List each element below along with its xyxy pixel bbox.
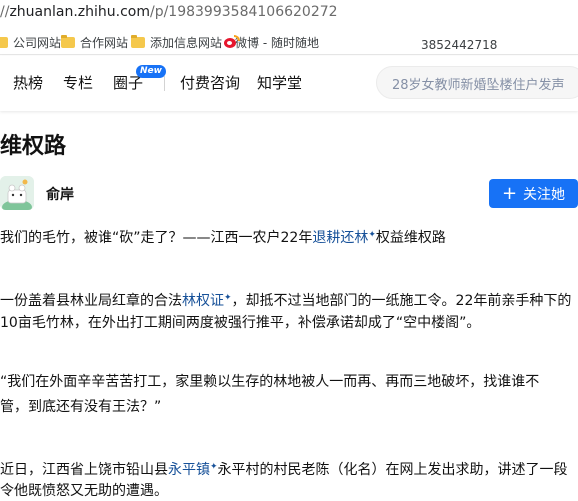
bookmark-label: 合作网站 <box>80 35 129 50</box>
avatar[interactable] <box>0 176 34 210</box>
follow-label: 关注她 <box>523 186 566 203</box>
bookmark-add-info-sites[interactable]: 添加信息网站 <box>131 33 222 51</box>
article-paragraph-line: 管，到底还有没有王法？” <box>0 399 162 415</box>
nav-divider <box>164 76 165 91</box>
bookmark-label: 添加信息网站 <box>150 35 223 50</box>
keyword-link[interactable]: 永平镇 <box>168 462 210 478</box>
bookmark-company-sites[interactable]: 公司网站 <box>0 33 61 51</box>
sparkle-icon: ✦ <box>210 462 218 472</box>
author-name[interactable]: 俞岸 <box>46 184 74 204</box>
article-title: 维权路 <box>0 134 67 159</box>
bookmark-weibo[interactable]: 微博 - 随时随地 <box>224 33 319 51</box>
sparkle-icon: ✦ <box>368 230 376 240</box>
article-paragraph: “我们在外面辛辛苦苦打工，家里赖以生存的林地被人一而再、再而三地破坏，找谁谁不 <box>0 374 540 390</box>
weibo-icon <box>224 35 240 49</box>
url-path: /p/1983993584106620272 <box>149 4 338 20</box>
article-paragraph: 我们的毛竹，被谁“砍”走了？——江西一农户22年退耕还林✦权益维权路 <box>0 230 446 246</box>
nav-zhixuetang[interactable]: 知学堂 <box>257 73 302 93</box>
search-placeholder: 28岁女教师新婚坠楼住户发声 <box>392 78 565 93</box>
keyword-link[interactable]: 退耕还林 <box>312 230 368 246</box>
sparkle-icon: ✦ <box>224 293 232 303</box>
phone-number-overlay: 3852442718 <box>421 38 498 52</box>
follow-button[interactable]: + 关注她 <box>489 179 578 208</box>
bookmark-partner-sites[interactable]: 合作网站 <box>61 33 128 51</box>
search-input[interactable]: 28岁女教师新婚坠楼住户发声 <box>376 66 578 99</box>
bookmark-label: 公司网站 <box>13 35 62 50</box>
keyword-link[interactable]: 林权证 <box>182 293 224 309</box>
site-header: 热榜 专栏 圈子 New 付费咨询 知学堂 28岁女教师新婚坠楼住户发声 <box>0 56 578 111</box>
folder-icon <box>131 34 145 48</box>
avatar-image <box>0 176 34 210</box>
nav-hot-list[interactable]: 热榜 <box>13 73 43 93</box>
folder-icon <box>0 36 8 48</box>
folder-icon <box>61 34 75 48</box>
bookmark-label: 微博 - 随时随地 <box>235 35 319 50</box>
browser-address-bar[interactable]: //zhuanlan.zhihu.com/p/19839935841066202… <box>0 0 578 26</box>
url-text[interactable]: //zhuanlan.zhihu.com/p/19839935841066202… <box>0 4 338 21</box>
url-host: zhuanlan.zhihu.com <box>9 4 150 20</box>
nav-paid-consult[interactable]: 付费咨询 <box>180 73 240 93</box>
article-paragraph-line: 令他既愤怒又无助的遭遇。 <box>0 483 168 499</box>
new-badge: New <box>136 65 166 78</box>
plus-icon: + <box>501 182 518 204</box>
article-paragraph-line: 10亩毛竹林，在外出打工期间两度被强行推平，补偿承诺却成了“空中楼阁”。 <box>0 315 481 331</box>
article-paragraph: 一份盖着县林业局红章的合法林权证✦，却抵不过当地部门的一纸施工令。22年前亲手种… <box>0 293 572 309</box>
nav-columns[interactable]: 专栏 <box>63 73 93 93</box>
